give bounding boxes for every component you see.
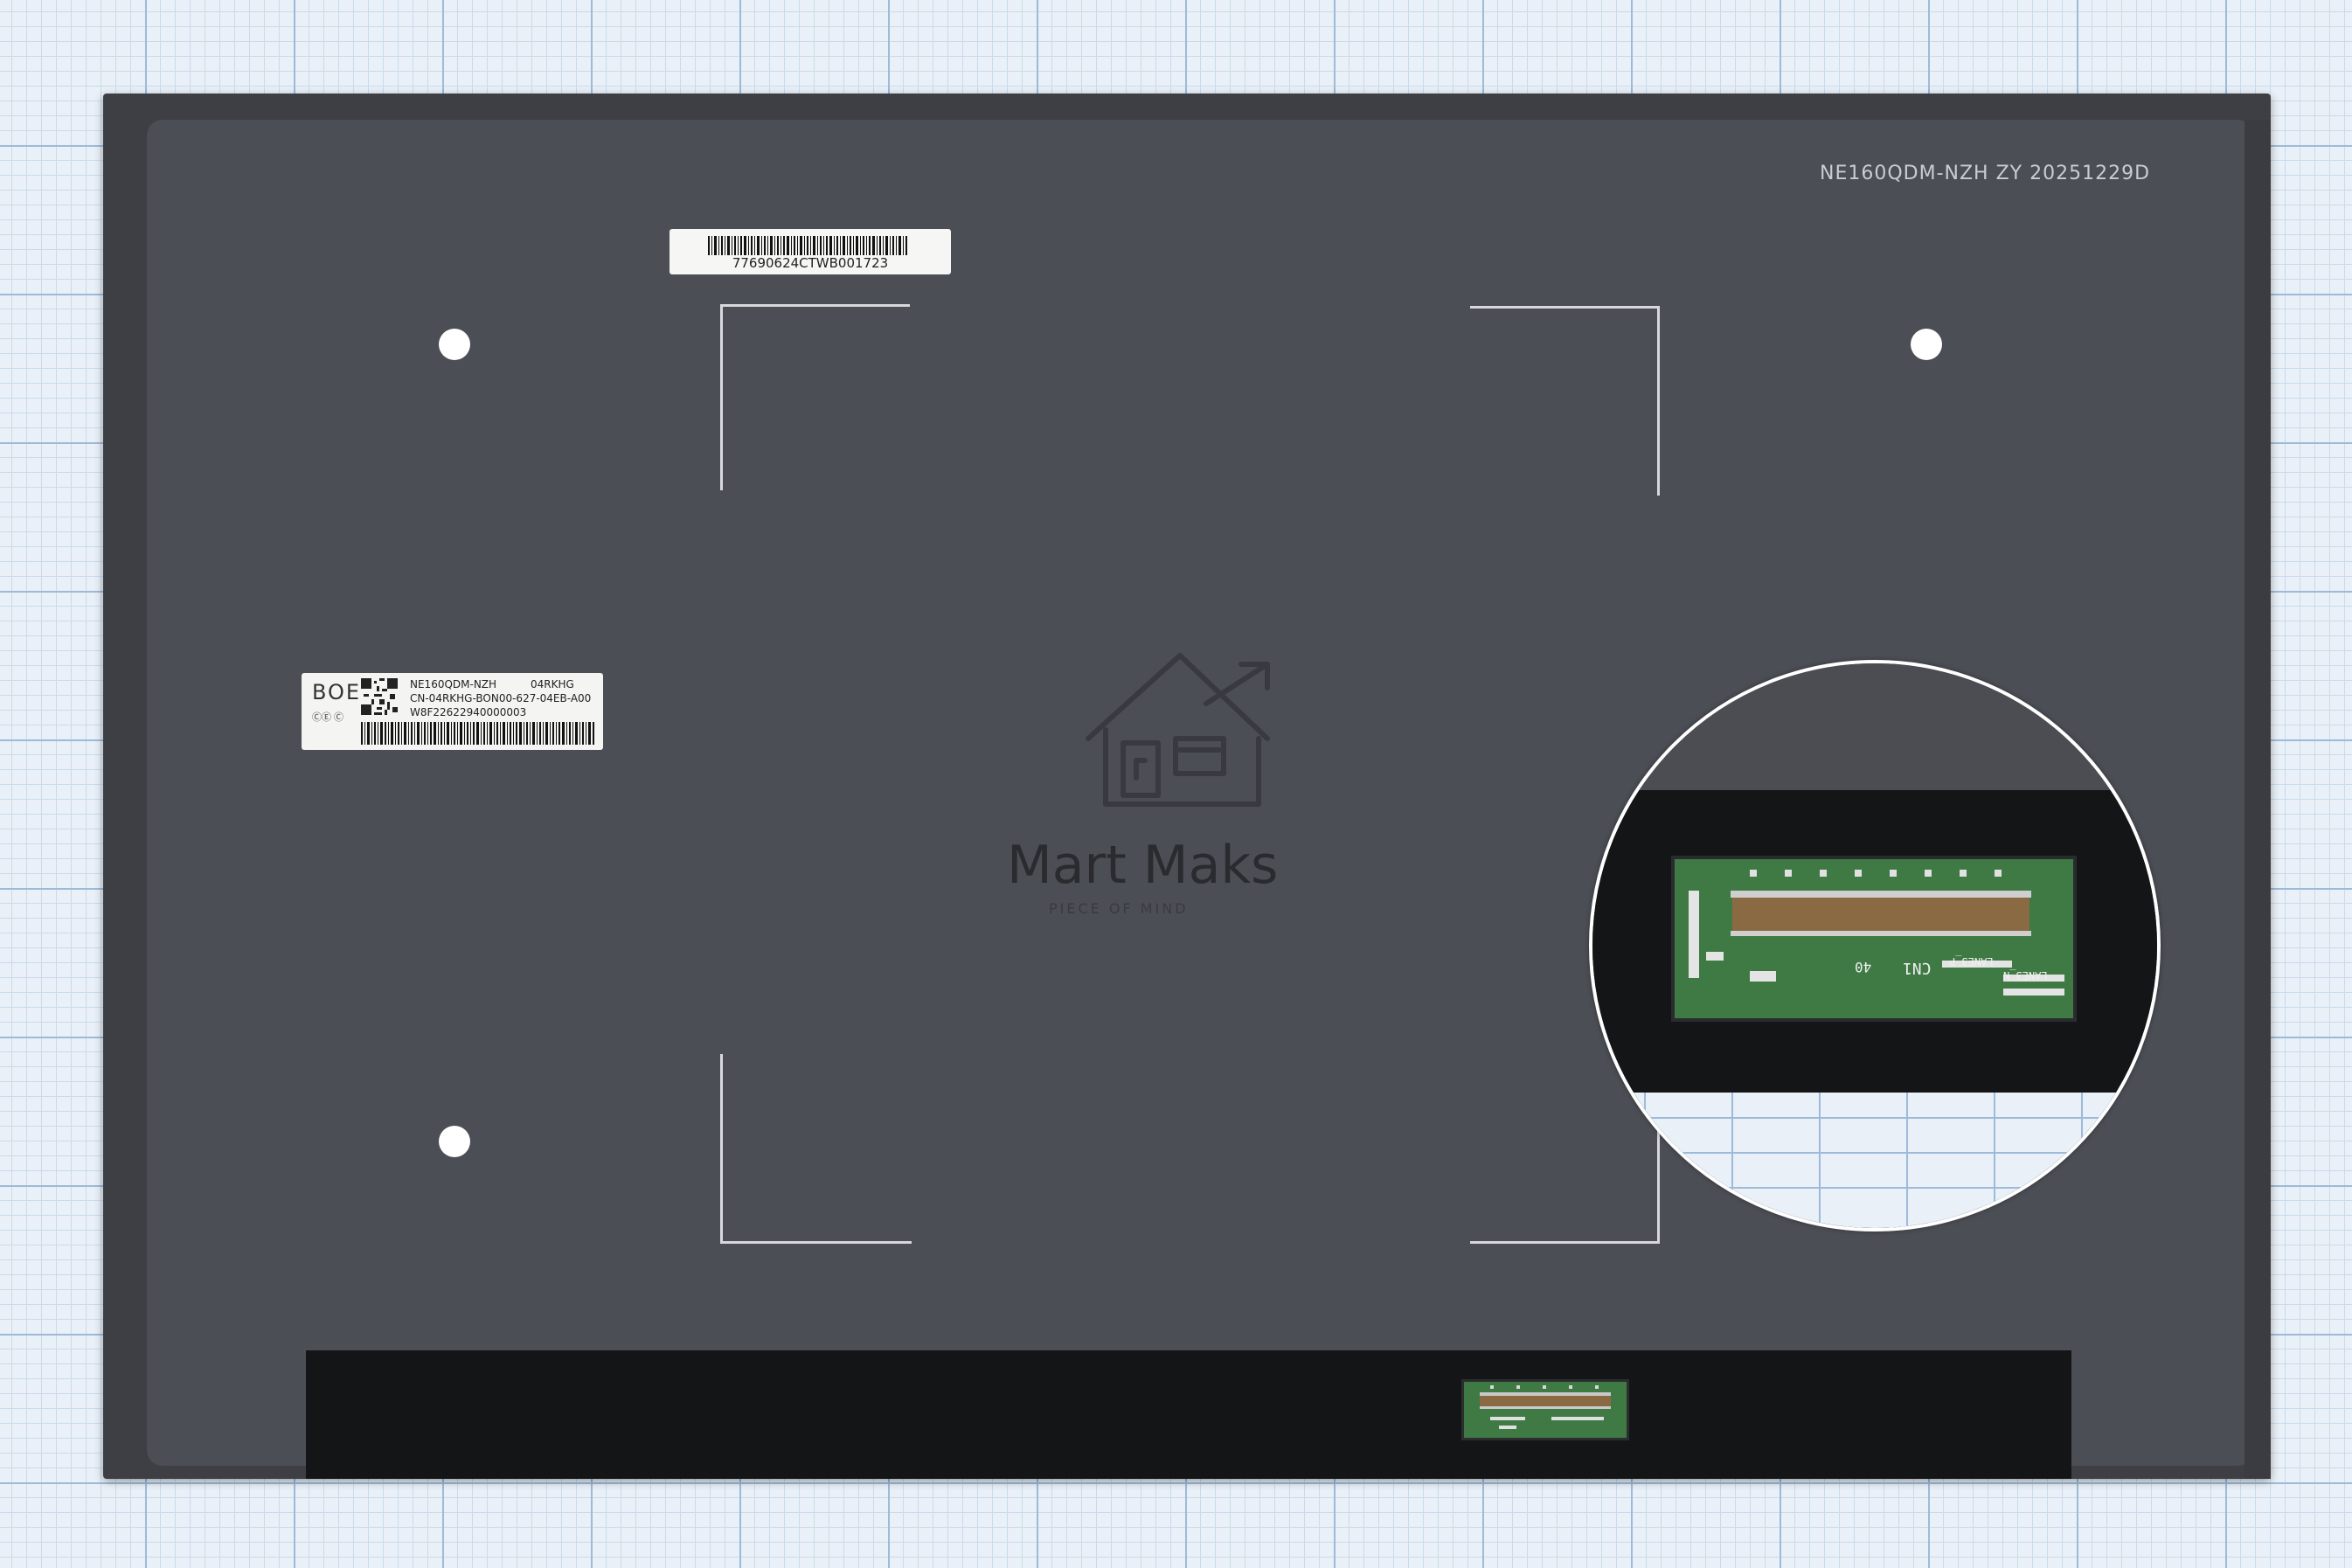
connector-pcb (1461, 1379, 1629, 1440)
barcode-sticker: 77690624CTWB001723 (670, 229, 951, 274)
connector-zoom-graphic (1592, 663, 2157, 1228)
label-barcode-graphic (361, 722, 594, 745)
connector-label-lane3n: LANE3_N (2003, 969, 2048, 982)
connector-label-cn1: CN1 (1903, 959, 1932, 977)
barcode-number: 77690624CTWB001723 (732, 255, 889, 271)
connector-label-pins: 40 (1855, 959, 1872, 975)
label-model: NE160QDM-NZH (410, 678, 497, 690)
panel-driver-strip (306, 1350, 2071, 1479)
barcode-graphic (708, 236, 907, 255)
frame-corner-top-right (1470, 306, 1660, 496)
connector-graphic (1480, 1385, 1611, 1429)
label-part-code: 04RKHG (531, 678, 574, 690)
connector-zoom-inset: CN1 40 LANE3_P LANE3_N (1589, 660, 2161, 1232)
watermark-tagline: PIECE OF MIND (1049, 900, 1189, 917)
frame-corner-top-left (720, 304, 910, 490)
certification-marks: ⒸⒺ Ⓒ (312, 712, 344, 723)
mounting-hole-top-right (1911, 329, 1942, 360)
mounting-hole-bottom-left (439, 1126, 470, 1157)
connector-label-lane3p: LANE3_P (1949, 955, 1994, 968)
panel-model-stamp: NE160QDM-NZH ZY 20251229D (1820, 163, 2151, 184)
qr-code-icon (361, 678, 398, 715)
watermark-brand: Mart Maks (1007, 835, 1279, 896)
label-cn-number: CN-04RKHG-BON00-627-04EB-A00 (410, 692, 592, 704)
mounting-hole-top-left (439, 329, 470, 360)
frame-corner-bottom-left (720, 1054, 912, 1244)
boe-logo: BOE (312, 680, 362, 704)
label-serial: W8F22622940000003 (410, 706, 527, 718)
boe-product-label: BOE ⒸⒺ Ⓒ NE160QDM-NZH 04RKHG CN-04RKHG-B… (302, 673, 603, 750)
panel-right-edge (2244, 120, 2271, 1479)
